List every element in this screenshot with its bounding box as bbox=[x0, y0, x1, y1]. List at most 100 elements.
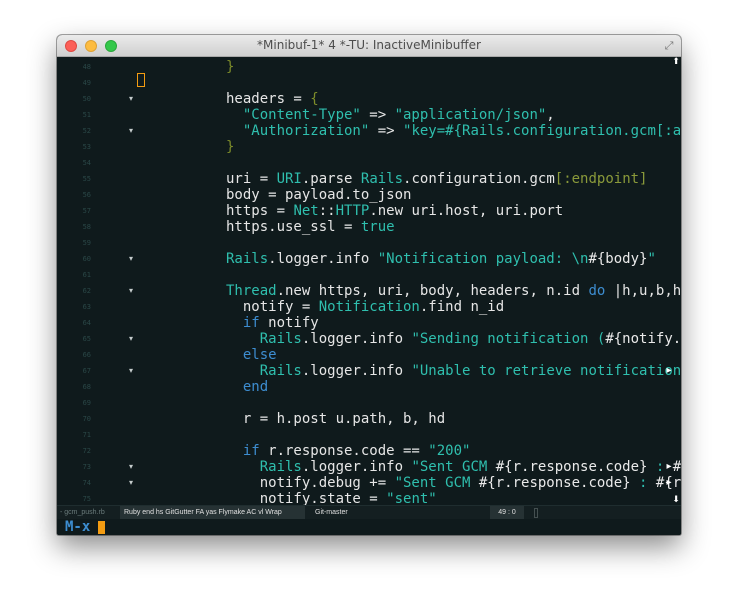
code-token: Notification bbox=[318, 299, 420, 315]
code-token: URI bbox=[276, 171, 302, 187]
code-line[interactable]: uri = URI.parse Rails.configuration.gcm[… bbox=[226, 171, 647, 187]
line-number: 50 bbox=[82, 95, 91, 103]
scroll-up-arrow-icon[interactable]: ⬆ bbox=[672, 57, 680, 67]
line-number: 62 bbox=[82, 287, 91, 295]
code-token: : bbox=[630, 475, 656, 491]
fold-fringe: ▾ ▾ ▾ ▾ ▾ ▾ ▾ ▾ bbox=[99, 57, 155, 505]
code-token: "200" bbox=[428, 443, 471, 459]
code-token: "Unable to retrieve notification ( bbox=[411, 363, 681, 379]
code-line[interactable]: r = h.post u.path, b, hd bbox=[226, 411, 445, 427]
code-token: |h,u,b,hd,n_id| bbox=[613, 283, 681, 299]
editor-buffer[interactable]: 48 49 50 51 52 53 54 55 56 57 58 59 60 61 62 63 64 65 66 67… bbox=[57, 57, 681, 505]
code-token: .logger.info bbox=[268, 251, 378, 267]
code-line[interactable]: else bbox=[226, 347, 277, 363]
code-token: .logger.info bbox=[301, 331, 412, 347]
code-line[interactable]: body = payload.to_json bbox=[226, 187, 411, 203]
code-line[interactable]: notify.state = "sent" bbox=[226, 491, 437, 505]
line-number: 64 bbox=[82, 319, 91, 327]
code-line[interactable]: Thread.new https, uri, body, headers, n.… bbox=[226, 283, 681, 299]
line-number: 70 bbox=[82, 415, 91, 423]
fold-toggle-icon[interactable]: ▾ bbox=[129, 126, 133, 135]
code-line[interactable]: https = Net::HTTP.new uri.host, uri.port bbox=[226, 203, 563, 219]
line-number: 51 bbox=[82, 111, 91, 119]
code-line[interactable]: if r.response.code == "200" bbox=[226, 443, 471, 459]
code-line[interactable]: notify.debug += "Sent GCM #{r.response.c… bbox=[226, 475, 681, 491]
code-token: "Sent GCM bbox=[411, 459, 496, 475]
line-number: 58 bbox=[82, 223, 91, 231]
modeline-modes: Ruby end hs GitGutter FA yas Flymake AC … bbox=[120, 506, 305, 520]
code-line[interactable]: if notify bbox=[226, 315, 319, 331]
line-number: 63 bbox=[82, 303, 91, 311]
code-token: .new uri.host, uri.port bbox=[369, 203, 564, 219]
text-cursor bbox=[98, 521, 105, 534]
fold-toggle-icon[interactable]: ▾ bbox=[129, 462, 133, 471]
code-token: [:endpoint] bbox=[554, 171, 648, 187]
code-token: #{ bbox=[445, 123, 463, 139]
code-token: => bbox=[369, 123, 404, 139]
code-token: Thread bbox=[226, 283, 277, 299]
fold-toggle-icon[interactable]: ▾ bbox=[129, 334, 133, 343]
code-line[interactable]: Rails.logger.info "Notification payload:… bbox=[226, 251, 656, 267]
code-token: Rails bbox=[259, 363, 302, 379]
line-number: 67 bbox=[82, 367, 91, 375]
modeline-git-branch: Git-master bbox=[315, 509, 348, 516]
code-token: end bbox=[242, 379, 269, 395]
code-token: :: bbox=[318, 203, 336, 219]
code-token: if bbox=[242, 443, 260, 459]
code-token: Rails.configuration.gcm bbox=[462, 123, 656, 139]
line-number: 65 bbox=[82, 335, 91, 343]
code-token: #{notify.id} bbox=[605, 331, 681, 347]
code-line[interactable]: } bbox=[226, 139, 234, 155]
line-number: 60 bbox=[82, 255, 91, 263]
modeline-filename: - gcm_push.rb bbox=[60, 509, 105, 516]
code-token: true bbox=[360, 219, 395, 235]
line-number: 69 bbox=[82, 399, 91, 407]
fullscreen-icon[interactable]: ⤢ bbox=[663, 40, 675, 52]
code-token: "Authorization" bbox=[226, 123, 370, 139]
code-token: .logger.info bbox=[301, 363, 412, 379]
scroll-down-arrow-icon[interactable]: ⬇ bbox=[672, 495, 680, 505]
modeline-indicator-icon bbox=[534, 508, 538, 518]
window-title: *Minibuf-1* 4 *-TU: InactiveMinibuffer bbox=[257, 38, 481, 52]
line-number: 57 bbox=[82, 207, 91, 215]
line-number: 74 bbox=[82, 479, 91, 487]
code-line[interactable]: https.use_ssl = true bbox=[226, 219, 395, 235]
code-line[interactable]: "Content-Type" => "application/json", bbox=[226, 107, 555, 123]
code-line[interactable]: Rails.logger.info "Unable to retrieve no… bbox=[226, 363, 681, 379]
code-line[interactable]: "Authorization" => "key=#{Rails.configur… bbox=[226, 123, 681, 139]
line-number: 71 bbox=[82, 431, 91, 439]
code-line[interactable]: headers = { bbox=[226, 91, 319, 107]
code-token: "key= bbox=[403, 123, 446, 139]
line-number: 75 bbox=[82, 495, 91, 503]
code-token: #{r.respon bbox=[672, 459, 681, 475]
code-line[interactable]: end bbox=[226, 379, 268, 395]
line-number: 49 bbox=[82, 79, 91, 87]
code-token: .find n_id bbox=[419, 299, 505, 315]
code-line[interactable]: notify = Notification.find n_id bbox=[226, 299, 504, 315]
fold-toggle-icon[interactable]: ▾ bbox=[129, 254, 133, 263]
line-number-gutter: 48 49 50 51 52 53 54 55 56 57 58 59 60 61 62 63 64 65 66 67… bbox=[57, 57, 99, 505]
code-token: https = bbox=[226, 203, 294, 219]
line-number: 52 bbox=[82, 127, 91, 135]
fold-toggle-icon[interactable]: ▾ bbox=[129, 478, 133, 487]
code-line[interactable]: } bbox=[226, 59, 234, 75]
code-line[interactable]: Rails.logger.info "Sent GCM #{r.response… bbox=[226, 459, 681, 475]
minibuffer[interactable]: M-x bbox=[57, 519, 681, 535]
code-token: } bbox=[226, 59, 235, 75]
fold-toggle-icon[interactable]: ▾ bbox=[129, 94, 133, 103]
line-number: 56 bbox=[82, 191, 91, 199]
code-token: body = payload.to_json bbox=[226, 187, 412, 203]
code-token: { bbox=[310, 91, 319, 107]
line-number: 54 bbox=[82, 159, 91, 167]
code-line[interactable]: Rails.logger.info "Sending notification … bbox=[226, 331, 681, 347]
code-token: if bbox=[242, 315, 260, 331]
fold-toggle-icon[interactable]: ▾ bbox=[129, 286, 133, 295]
code-area[interactable]: } headers = { "Content-Type" => "applicat… bbox=[155, 57, 681, 505]
code-token: .configuration.gcm bbox=[403, 171, 555, 187]
fold-toggle-icon[interactable]: ▾ bbox=[129, 366, 133, 375]
line-continuation-icon: ▸ bbox=[666, 477, 672, 488]
code-token: , bbox=[546, 107, 555, 123]
